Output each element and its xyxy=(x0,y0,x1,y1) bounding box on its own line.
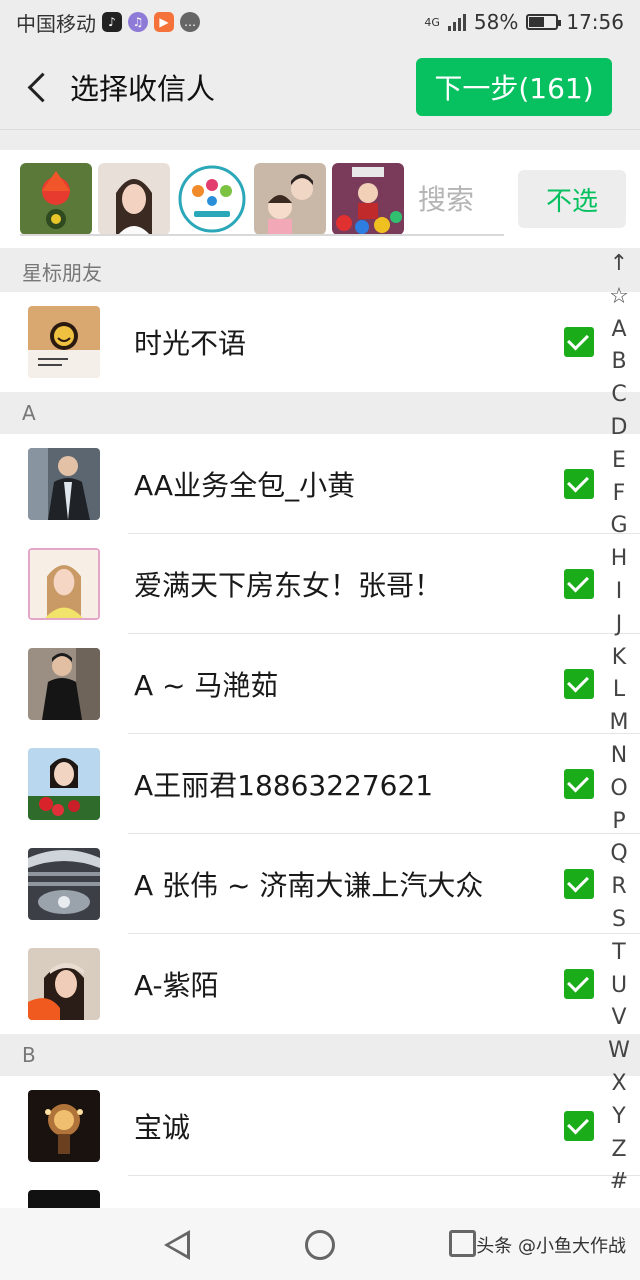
index-item[interactable]: F xyxy=(606,478,632,511)
checkbox-checked-icon[interactable] xyxy=(564,327,594,357)
avatar xyxy=(28,448,100,520)
contact-name: 宝诚 xyxy=(134,1111,191,1144)
list-item[interactable]: 宝诚 xyxy=(0,1076,640,1176)
section-header-a: A xyxy=(0,392,640,434)
index-item[interactable]: S xyxy=(606,904,632,937)
selected-avatar[interactable] xyxy=(20,163,92,235)
nav-recent-icon[interactable] xyxy=(449,1230,476,1257)
index-item[interactable]: I xyxy=(606,576,632,609)
checkbox-checked-icon[interactable] xyxy=(564,1111,594,1141)
index-item[interactable]: Z xyxy=(606,1134,632,1167)
contact-name: A-紫陌 xyxy=(134,969,219,1002)
checkbox-checked-icon[interactable] xyxy=(564,869,594,899)
alphabet-index[interactable]: ↑ ☆ A B C D E F G H I J K L M N O P Q R S T U V W X Y Z # xyxy=(606,248,632,1199)
index-item[interactable]: U xyxy=(606,970,632,1003)
music-icon: ♫ xyxy=(128,12,148,32)
contact-name: A 张伟 ~ 济南大谦上汽大众 xyxy=(134,869,484,902)
contact-name: 爱满天下房东女！张哥！ xyxy=(134,569,443,602)
contact-list: 星标朋友 时光不语 A AA业务全包_小黄 爱满天下房东女！张哥！ A ~ 马滟… xyxy=(0,250,640,1276)
avatar xyxy=(28,306,100,378)
checkbox-checked-icon[interactable] xyxy=(564,469,594,499)
index-item[interactable]: H xyxy=(606,543,632,576)
nav-back-icon[interactable] xyxy=(164,1230,190,1260)
status-left: 中国移动 ♪ ♫ ▶ … xyxy=(16,8,200,37)
index-item[interactable]: X xyxy=(606,1068,632,1101)
index-item[interactable]: M xyxy=(606,707,632,740)
checkbox-checked-icon[interactable] xyxy=(564,569,594,599)
selected-avatar[interactable] xyxy=(254,163,326,235)
index-item[interactable]: W xyxy=(606,1035,632,1068)
avatar xyxy=(28,1090,100,1162)
contact-name: 时光不语 xyxy=(134,327,247,360)
list-item[interactable]: 时光不语 xyxy=(0,292,640,392)
status-bar: 中国移动 ♪ ♫ ▶ … 4G 58% 17:56 xyxy=(0,0,640,44)
list-item[interactable]: A ~ 马滟茹 xyxy=(0,634,640,734)
index-item[interactable]: T xyxy=(606,937,632,970)
chat-icon: … xyxy=(180,12,200,32)
contact-name: AA业务全包_小黄 xyxy=(134,469,356,502)
battery-fill xyxy=(529,17,545,27)
selected-avatar[interactable] xyxy=(98,163,170,235)
header: 选择收信人 下一步(161) xyxy=(0,44,640,130)
carrier-label: 中国移动 xyxy=(16,11,96,36)
clock: 17:56 xyxy=(566,10,624,34)
status-right: 4G 58% 17:56 xyxy=(424,10,624,34)
avatar xyxy=(28,848,100,920)
checkbox-checked-icon[interactable] xyxy=(564,969,594,999)
watermark: 头条 @小鱼大作战 xyxy=(476,1236,626,1257)
index-item[interactable]: R xyxy=(606,871,632,904)
tiktok-icon: ♪ xyxy=(102,12,122,32)
signal-icon xyxy=(447,13,466,31)
search-underline xyxy=(20,234,504,236)
index-item[interactable]: V xyxy=(606,1002,632,1035)
index-item[interactable]: K xyxy=(606,642,632,675)
index-item[interactable]: # xyxy=(606,1166,632,1199)
list-item[interactable]: A 张伟 ~ 济南大谦上汽大众 xyxy=(0,834,640,934)
checkbox-checked-icon[interactable] xyxy=(564,669,594,699)
search-input[interactable] xyxy=(418,182,508,216)
index-item[interactable]: P xyxy=(606,806,632,839)
page-title: 选择收信人 xyxy=(70,71,216,106)
section-header-starred: 星标朋友 xyxy=(0,250,640,292)
list-item[interactable]: A-紫陌 xyxy=(0,934,640,1034)
list-item[interactable]: AA业务全包_小黄 xyxy=(0,434,640,534)
index-item[interactable]: N xyxy=(606,740,632,773)
avatar xyxy=(28,748,100,820)
index-item[interactable]: Q xyxy=(606,838,632,871)
selected-avatar[interactable] xyxy=(176,163,248,235)
network-label: 4G xyxy=(424,15,440,29)
search-box xyxy=(418,157,508,241)
video-icon: ▶ xyxy=(154,12,174,32)
navigation-bar: 头条 @小鱼大作战 xyxy=(0,1208,640,1280)
list-item[interactable]: A王丽君18863227621 xyxy=(0,734,640,834)
section-header-b: B xyxy=(0,1034,640,1076)
nav-home-icon[interactable] xyxy=(305,1230,335,1260)
index-item[interactable]: A xyxy=(606,314,632,347)
battery-icon xyxy=(526,14,562,30)
index-item[interactable]: J xyxy=(606,609,632,642)
index-item[interactable]: Y xyxy=(606,1101,632,1134)
avatar xyxy=(28,948,100,1020)
index-item[interactable]: L xyxy=(606,674,632,707)
index-item[interactable]: C xyxy=(606,379,632,412)
index-item[interactable]: ↑ xyxy=(606,248,632,281)
index-item[interactable]: G xyxy=(606,510,632,543)
index-item[interactable]: E xyxy=(606,445,632,478)
selected-avatar[interactable] xyxy=(332,163,404,235)
list-item[interactable]: 爱满天下房东女！张哥！ xyxy=(0,534,640,634)
next-button[interactable]: 下一步(161) xyxy=(416,57,612,116)
avatar xyxy=(28,648,100,720)
contact-name: A ~ 马滟茹 xyxy=(134,669,279,702)
battery-percent: 58% xyxy=(473,10,519,34)
index-item[interactable]: O xyxy=(606,773,632,806)
avatar xyxy=(28,548,100,620)
back-icon[interactable] xyxy=(26,75,50,99)
index-item[interactable]: ☆ xyxy=(606,281,632,314)
index-item[interactable]: D xyxy=(606,412,632,445)
index-item[interactable]: B xyxy=(606,346,632,379)
checkbox-checked-icon[interactable] xyxy=(564,769,594,799)
deselect-button[interactable]: 不选 xyxy=(518,170,626,228)
contact-name: A王丽君18863227621 xyxy=(134,769,434,802)
